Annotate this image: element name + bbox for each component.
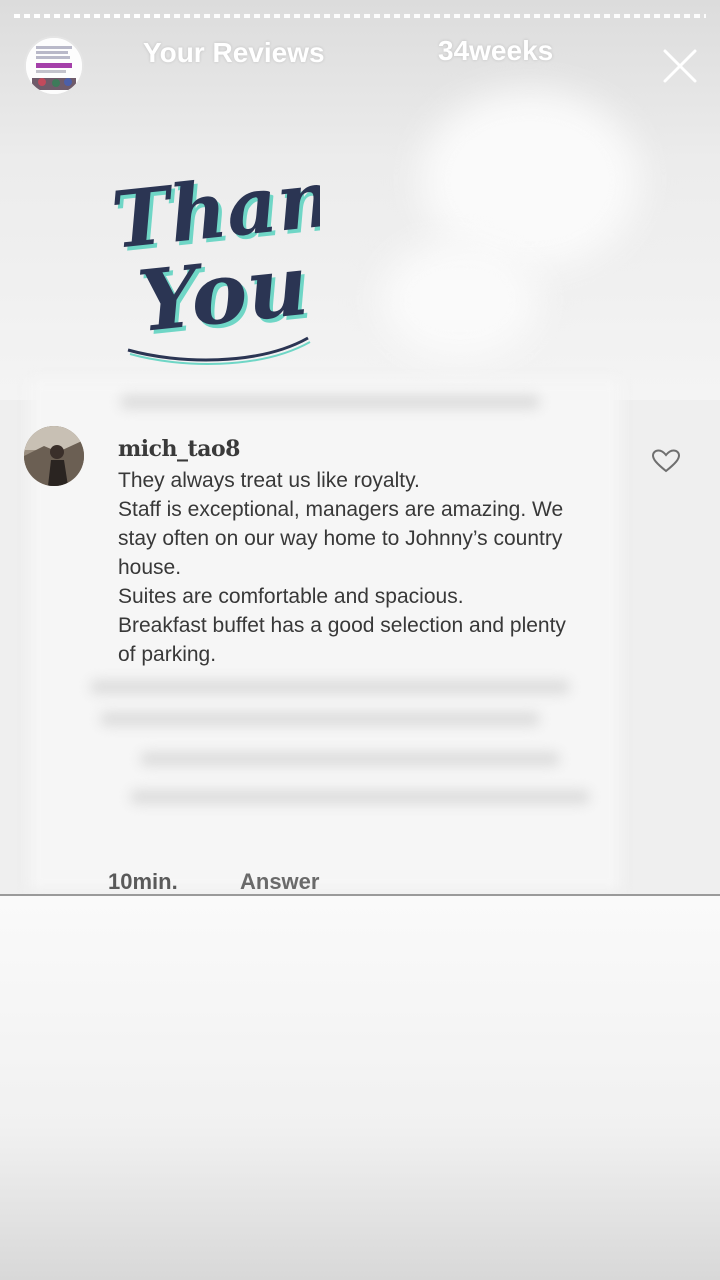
heart-icon bbox=[651, 449, 681, 473]
comment-username[interactable]: mich_tao8 bbox=[118, 436, 240, 462]
thank-you-image: Thank Thank You You bbox=[108, 142, 395, 370]
blurred-background-bottom bbox=[0, 896, 720, 1280]
answer-button[interactable]: Answer bbox=[240, 869, 319, 895]
header-title: Your Reviews bbox=[143, 37, 325, 68]
header-time-ago: 34weeks bbox=[438, 35, 554, 66]
commenter-avatar[interactable] bbox=[24, 426, 84, 486]
user-photo-icon bbox=[24, 426, 84, 486]
blurred-blob bbox=[380, 240, 540, 360]
story-thumbnail-icon bbox=[26, 38, 82, 94]
ghost-text bbox=[140, 752, 560, 766]
like-button[interactable] bbox=[651, 449, 681, 473]
ghost-text bbox=[130, 790, 590, 804]
ghost-text bbox=[90, 680, 570, 694]
close-button[interactable] bbox=[660, 46, 700, 86]
close-icon bbox=[663, 49, 697, 83]
ghost-text bbox=[100, 712, 540, 726]
comment-text: They always treat us like royalty. Staff… bbox=[118, 469, 566, 666]
comment-time: 10min. bbox=[108, 869, 178, 894]
you-text: You bbox=[133, 235, 312, 351]
ghost-text bbox=[120, 395, 540, 409]
story-progress-fill bbox=[14, 14, 172, 18]
story-avatar[interactable] bbox=[24, 36, 84, 96]
